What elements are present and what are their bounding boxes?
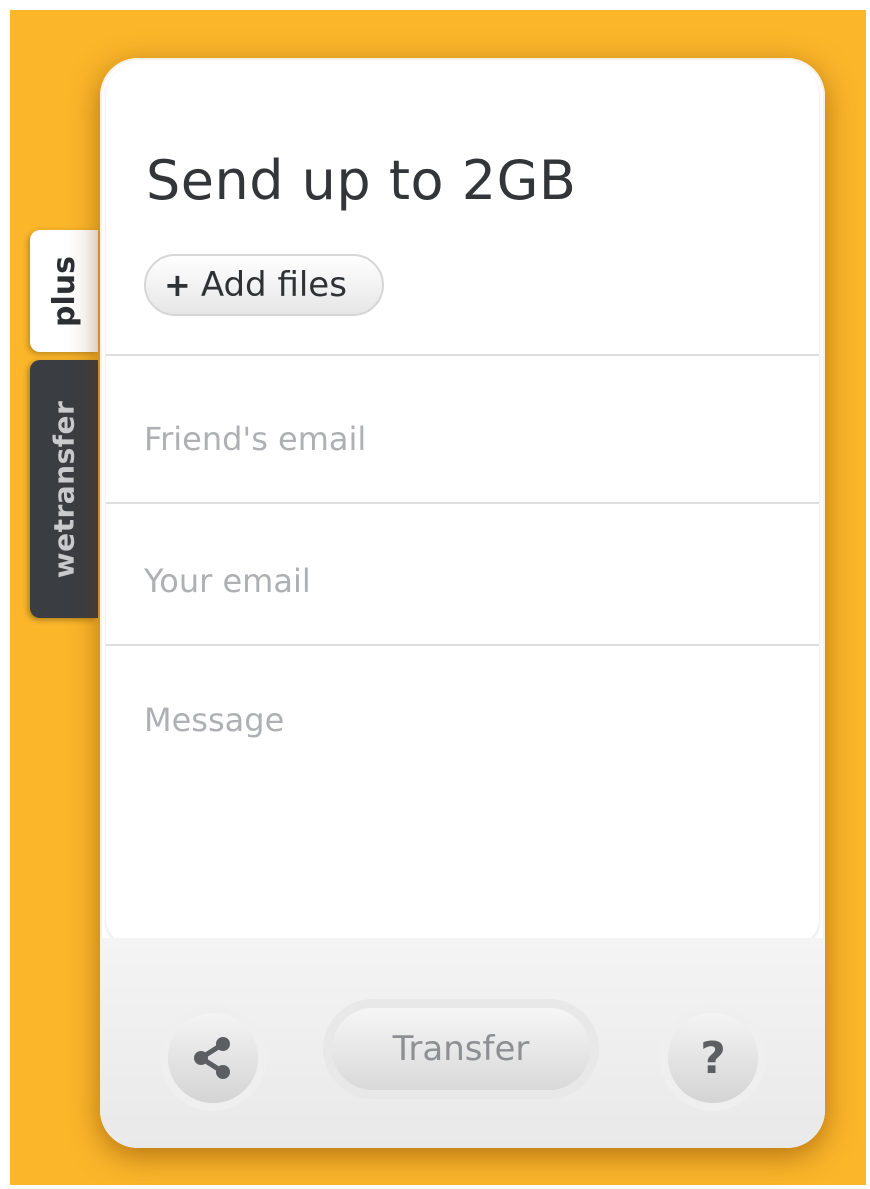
divider <box>106 354 819 356</box>
friend-email-field[interactable] <box>144 414 789 464</box>
add-files-button[interactable]: + Add files <box>144 254 384 316</box>
page-title: Send up to 2GB <box>146 149 577 212</box>
divider <box>106 502 819 504</box>
help-button[interactable]: ? <box>668 1013 758 1103</box>
your-email-field[interactable] <box>144 556 789 606</box>
transfer-panel: Send up to 2GB + Add files Transfer ? <box>100 58 825 1148</box>
transfer-button[interactable]: Transfer <box>332 1008 590 1090</box>
transfer-form: Send up to 2GB + Add files <box>106 64 819 944</box>
share-icon <box>194 1037 230 1079</box>
share-button[interactable] <box>168 1013 258 1103</box>
message-field[interactable] <box>144 700 789 900</box>
tab-plus-label: plus <box>46 255 82 327</box>
add-files-label: Add files <box>200 265 347 305</box>
help-icon: ? <box>700 1032 726 1084</box>
plus-icon: + <box>164 266 191 304</box>
divider <box>106 644 819 646</box>
tab-wetransfer[interactable]: wetransfer <box>30 360 98 618</box>
tab-wetransfer-label: wetransfer <box>47 400 81 578</box>
tab-plus[interactable]: plus <box>30 230 98 352</box>
